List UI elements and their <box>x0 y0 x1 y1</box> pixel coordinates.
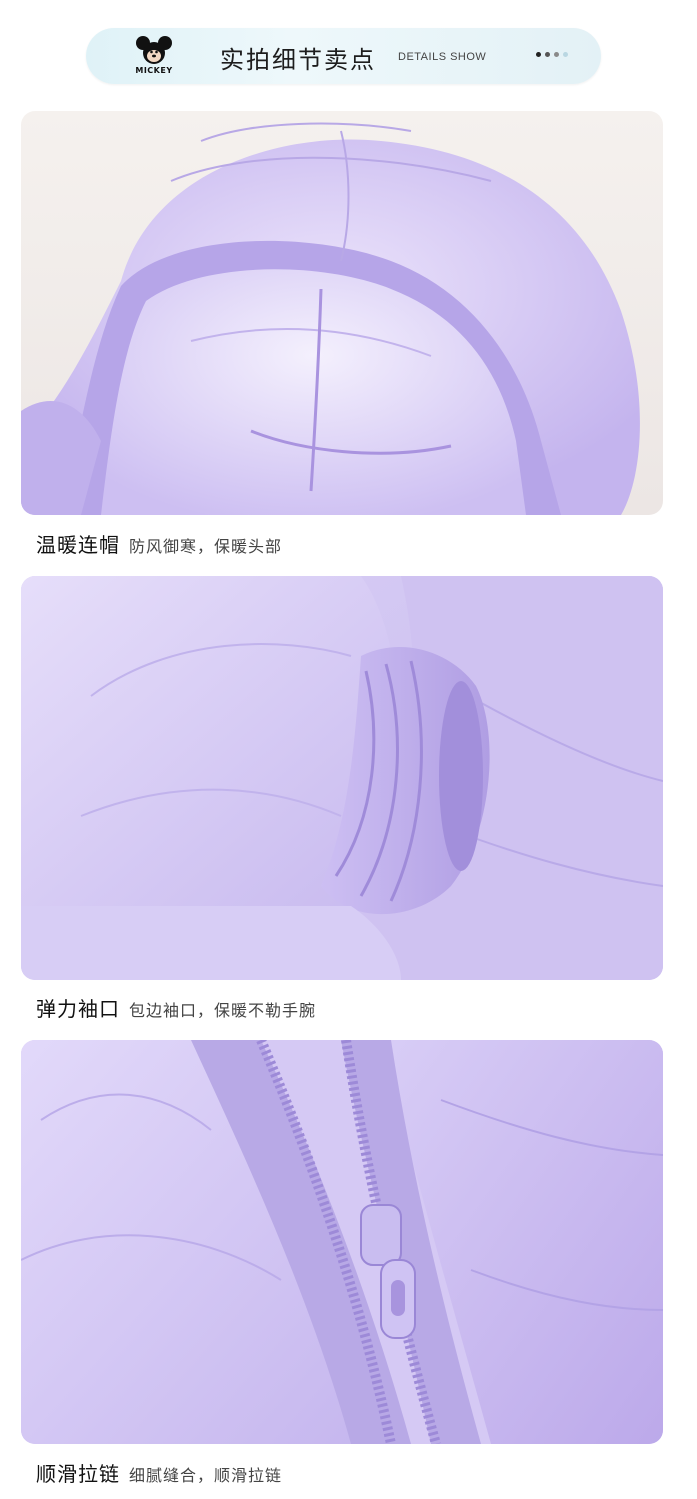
mickey-logo: MICKEY <box>128 33 180 81</box>
detail-caption-1: 温暖连帽 防风御寒，保暖头部 <box>36 529 282 558</box>
logo-text: MICKEY <box>135 66 173 75</box>
cuff-photo <box>21 576 663 980</box>
zipper-photo <box>21 1040 663 1444</box>
dot-3 <box>554 52 559 57</box>
dot-4 <box>563 52 568 57</box>
detail-title-3: 顺滑拉链 <box>36 1462 120 1486</box>
detail-desc-2: 包边袖口，保暖不勒手腕 <box>129 1001 317 1020</box>
mickey-head-icon <box>136 36 172 64</box>
hood-photo <box>21 111 663 515</box>
dot-2 <box>545 52 550 57</box>
dot-1 <box>536 52 541 57</box>
page-subtitle: DETAILS SHOW <box>398 51 487 63</box>
page-title: 实拍细节卖点 <box>220 46 376 74</box>
detail-desc-1: 防风御寒，保暖头部 <box>129 537 283 556</box>
detail-caption-3: 顺滑拉链 细腻缝合，顺滑拉链 <box>36 1458 282 1487</box>
decor-dots <box>536 52 576 60</box>
detail-title-1: 温暖连帽 <box>36 533 120 557</box>
detail-desc-3: 细腻缝合，顺滑拉链 <box>129 1466 283 1485</box>
detail-title-2: 弹力袖口 <box>36 997 120 1021</box>
section-header: MICKEY 实拍细节卖点 DETAILS SHOW <box>86 28 601 84</box>
detail-caption-2: 弹力袖口 包边袖口，保暖不勒手腕 <box>36 993 316 1022</box>
